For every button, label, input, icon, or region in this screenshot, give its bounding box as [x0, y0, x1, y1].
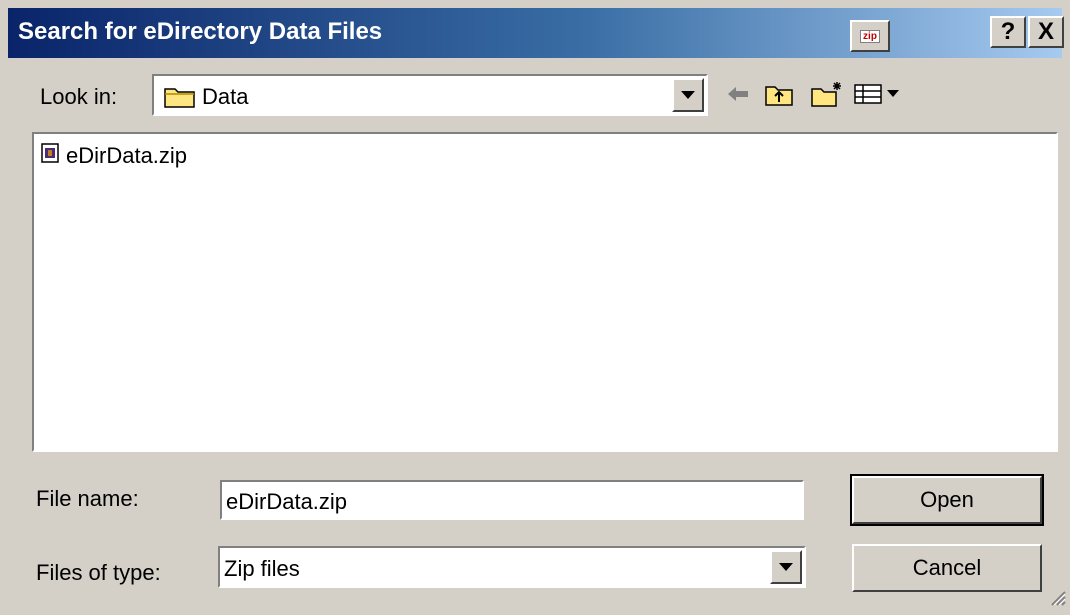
close-label: X [1037, 18, 1054, 45]
zip-app-icon[interactable]: zip [850, 20, 890, 52]
file-type-label: Files of type: [36, 560, 161, 585]
up-folder-icon[interactable] [764, 80, 794, 108]
file-type-value: Zip files [224, 556, 300, 581]
new-folder-icon[interactable] [810, 80, 844, 108]
zip-badge-label: zip [860, 29, 880, 43]
file-name-input[interactable] [220, 480, 804, 520]
file-name: eDirData.zip [66, 142, 188, 168]
open-button[interactable]: Open [850, 474, 1044, 526]
chevron-down-icon [681, 91, 695, 99]
lookin-label: Look in: [40, 84, 118, 109]
file-type-select[interactable]: Zip files [218, 546, 806, 588]
zip-file-icon [40, 142, 62, 169]
folder-icon [164, 84, 196, 113]
file-list[interactable]: eDirData.zip [32, 132, 1058, 452]
lookin-dropdown-button[interactable] [672, 78, 704, 112]
lookin-value: Data [202, 84, 249, 109]
chevron-down-icon [779, 563, 793, 571]
help-label: ? [1000, 18, 1016, 45]
lookin-combo[interactable]: Data [152, 74, 708, 116]
window-title: Search for eDirectory Data Files [18, 18, 383, 45]
file-type-dropdown-button[interactable] [770, 550, 802, 584]
file-name-label: File name: [36, 486, 139, 511]
close-button[interactable]: X [1028, 16, 1064, 48]
file-open-dialog: Search for eDirectory Data Files zip ? X… [0, 0, 1070, 615]
title-bar[interactable]: Search for eDirectory Data Files zip ? X [8, 8, 1064, 58]
cancel-button[interactable]: Cancel [852, 544, 1042, 592]
view-menu-icon[interactable] [852, 80, 908, 108]
help-button[interactable]: ? [990, 16, 1026, 48]
back-arrow-icon[interactable] [726, 80, 750, 108]
resize-grip-icon[interactable] [1048, 588, 1066, 611]
list-item[interactable]: eDirData.zip [40, 142, 187, 169]
